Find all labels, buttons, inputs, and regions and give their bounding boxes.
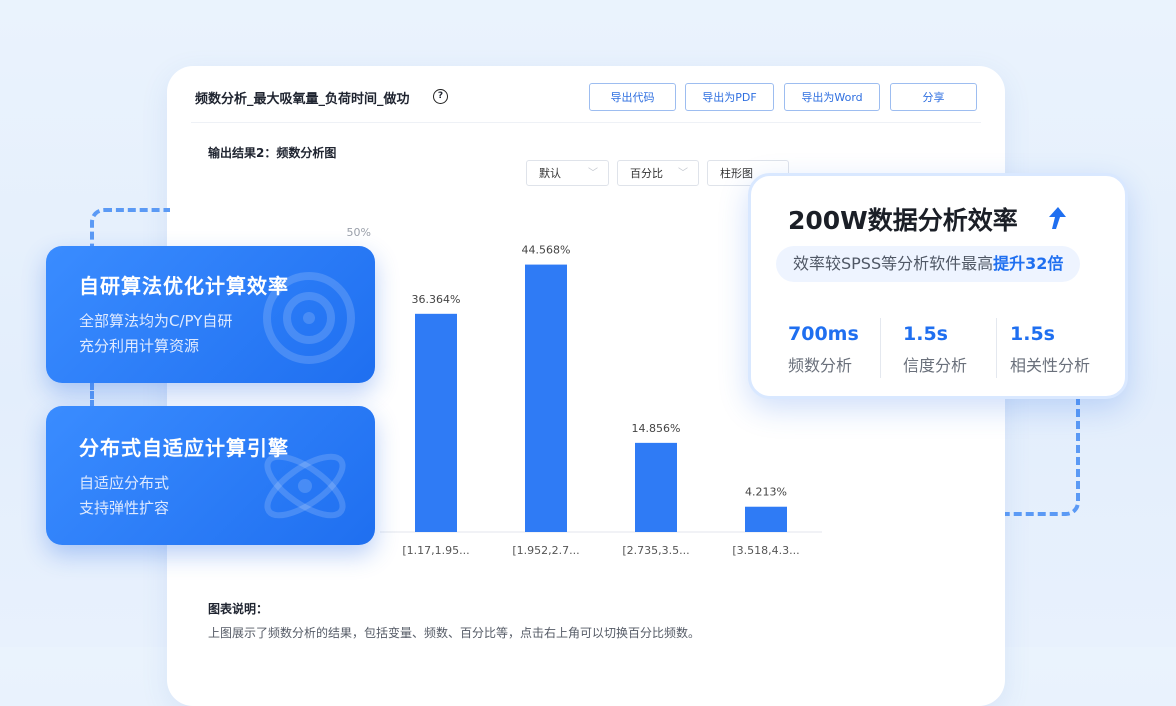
stat-value: 700ms — [788, 323, 859, 345]
card-line: 支持弹性扩容 — [79, 499, 170, 517]
feature-card-engine: 分布式自适应计算引擎 自适应分布式 支持弹性扩容 — [46, 406, 375, 545]
percent-select-label: 百分比 — [630, 167, 663, 180]
page-title: 频数分析_最大吸氧量_负荷时间_做功 — [195, 92, 410, 107]
export-pdf-button[interactable]: 导出为PDF — [685, 83, 774, 111]
feature-card-algorithm: 自研算法优化计算效率 全部算法均为C/PY自研 充分利用计算资源 — [46, 246, 375, 383]
efficiency-pill: 效率较SPSS等分析软件最高提升32倍 — [776, 246, 1081, 282]
stat-label: 频数分析 — [788, 356, 853, 375]
stat-label: 相关性分析 — [1010, 356, 1091, 375]
stat-value: 1.5s — [1010, 323, 1055, 345]
description-title: 图表说明： — [208, 602, 269, 616]
connector-line — [1005, 398, 1080, 516]
connector-line — [90, 382, 94, 408]
efficiency-stats-card: 200W数据分析效率 效率较SPSS等分析软件最高提升32倍 700ms 频数分… — [748, 173, 1128, 399]
help-icon[interactable]: ? — [433, 89, 448, 104]
stat-value: 1.5s — [903, 323, 948, 345]
chevron-down-icon: ﹀ — [678, 168, 688, 179]
card-title: 自研算法优化计算效率 — [79, 274, 289, 298]
share-button[interactable]: 分享 — [890, 83, 977, 111]
card-line: 充分利用计算资源 — [79, 337, 200, 355]
stats-title: 200W数据分析效率 — [788, 206, 1018, 235]
connector-line — [90, 208, 170, 248]
default-select-label: 默认 — [539, 167, 561, 180]
stat-label: 信度分析 — [903, 356, 968, 375]
chart-type-select-label: 柱形图 — [720, 167, 753, 180]
divider — [996, 318, 997, 378]
result-subtitle: 输出结果2：频数分析图 — [208, 146, 337, 160]
chevron-down-icon: ﹀ — [588, 168, 598, 179]
default-select[interactable]: 默认 ﹀ — [526, 160, 609, 186]
divider — [880, 318, 881, 378]
percent-select[interactable]: 百分比 ﹀ — [617, 160, 699, 186]
description-text: 上图展示了频数分析的结果，包括变量、频数、百分比等，点击右上角可以切换百分比频数… — [208, 626, 701, 640]
card-line: 自适应分布式 — [79, 474, 170, 492]
card-title: 分布式自适应计算引擎 — [79, 436, 289, 460]
divider — [191, 122, 981, 123]
pill-highlight: 提升32倍 — [993, 254, 1064, 273]
pill-text: 效率较SPSS等分析软件最高 — [793, 254, 994, 273]
arrow-up-icon — [1049, 207, 1066, 229]
card-line: 全部算法均为C/PY自研 — [79, 312, 233, 330]
export-word-button[interactable]: 导出为Word — [784, 83, 880, 111]
export-code-button[interactable]: 导出代码 — [589, 83, 676, 111]
